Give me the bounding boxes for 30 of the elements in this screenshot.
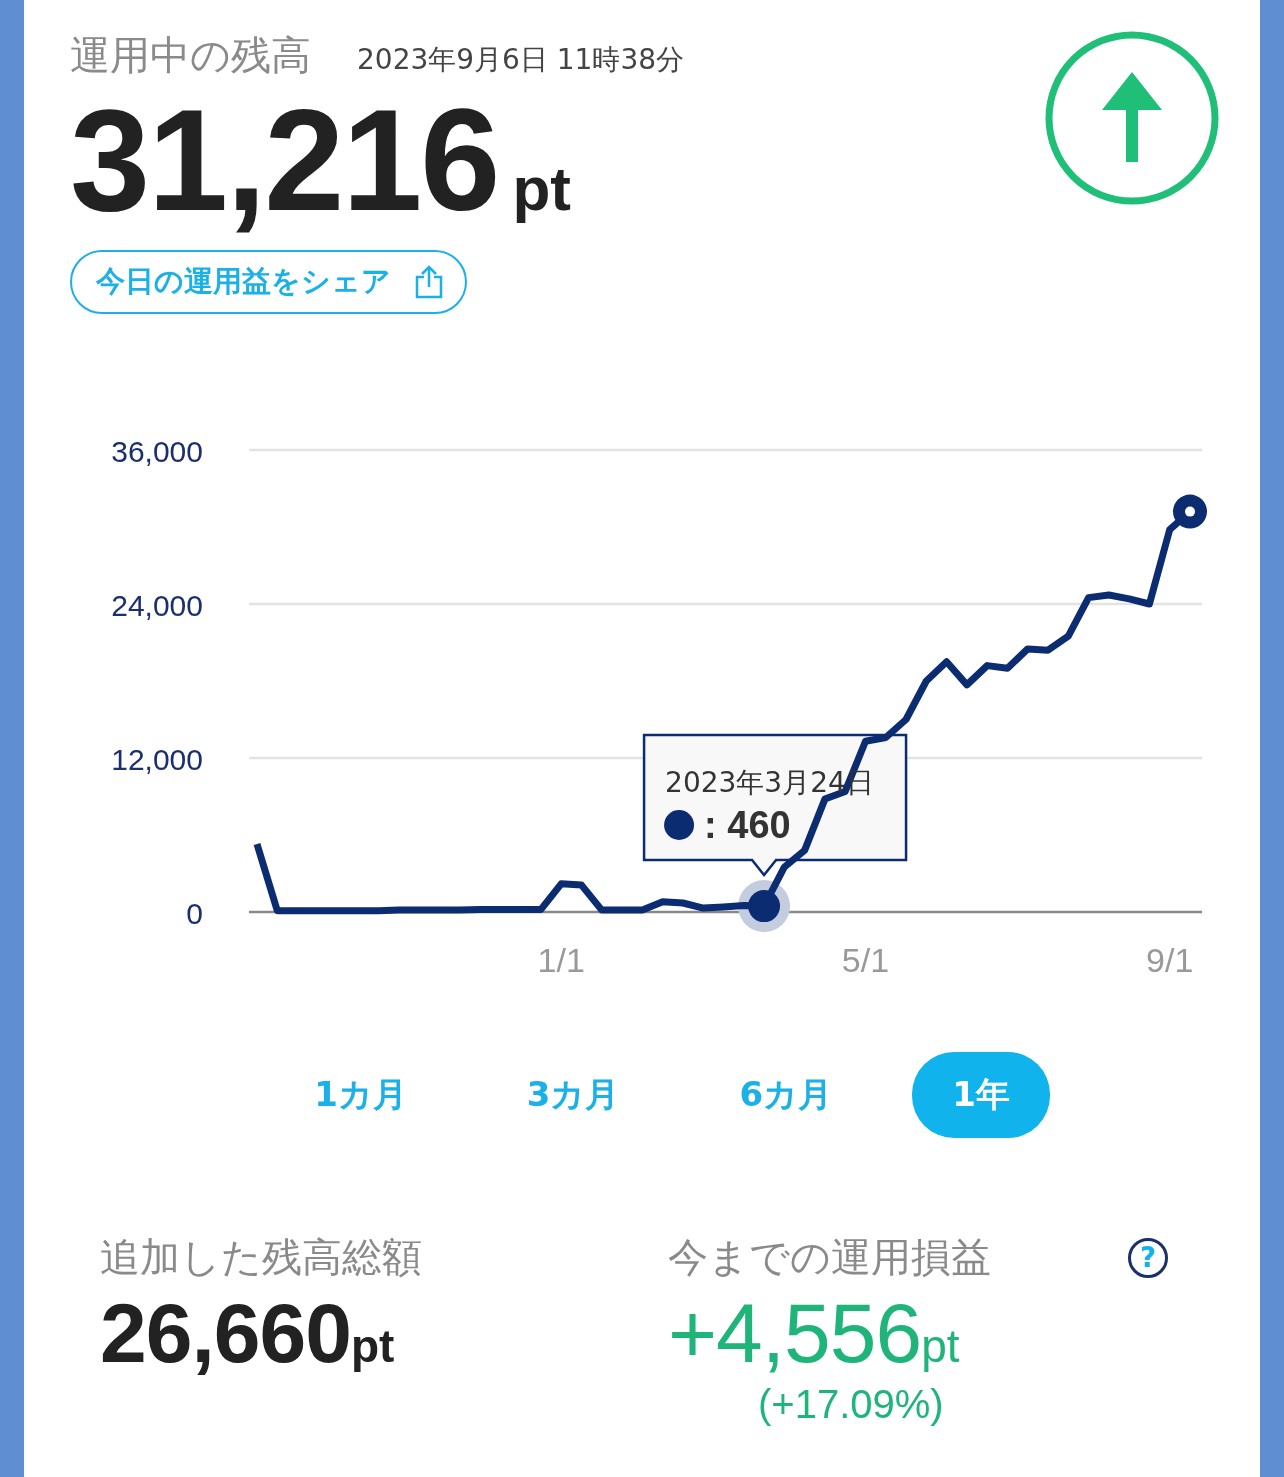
- y-axis-label: 12,000: [111, 743, 203, 776]
- help-icon[interactable]: ?: [1128, 1237, 1168, 1278]
- summary-label: 今までの運用損益: [668, 1233, 991, 1282]
- summary-unit: pt: [350, 1319, 395, 1373]
- share-button[interactable]: 今日の運用益をシェア: [70, 250, 467, 315]
- end-point-marker: [1173, 494, 1207, 529]
- period-tab[interactable]: 1カ月: [274, 1052, 447, 1138]
- period-tab[interactable]: 3カ月: [486, 1052, 660, 1138]
- share-icon: [413, 265, 445, 300]
- x-axis-label: 5/1: [841, 941, 890, 979]
- balance-title: 運用中の残高: [70, 31, 311, 80]
- x-axis-label: 9/1: [1146, 941, 1194, 979]
- y-axis-label: 36,000: [111, 435, 203, 468]
- selected-data-point: [748, 890, 781, 923]
- period-tab[interactable]: 6カ月: [699, 1052, 873, 1138]
- balance-unit: pt: [512, 153, 571, 224]
- period-tab[interactable]: 1年: [912, 1052, 1050, 1138]
- timestamp: 2023年9月6日 11時38分: [357, 42, 685, 78]
- summary-percent: (+17.09%): [758, 1382, 944, 1427]
- balance-value: 31,216: [70, 85, 499, 237]
- summary-unit: pt: [921, 1319, 960, 1373]
- tooltip-value: : 460: [704, 804, 791, 846]
- y-axis-label: 0: [186, 897, 203, 930]
- series-dot-icon: [664, 810, 695, 840]
- tooltip-date: 2023年3月24日: [665, 766, 874, 799]
- summary-label: 追加した残高総額: [100, 1233, 422, 1282]
- summary-value: 26,660: [100, 1285, 351, 1382]
- x-axis-label: 1/1: [537, 941, 585, 979]
- y-axis-label: 24,000: [111, 589, 203, 622]
- summary-value: +4,556: [668, 1285, 922, 1382]
